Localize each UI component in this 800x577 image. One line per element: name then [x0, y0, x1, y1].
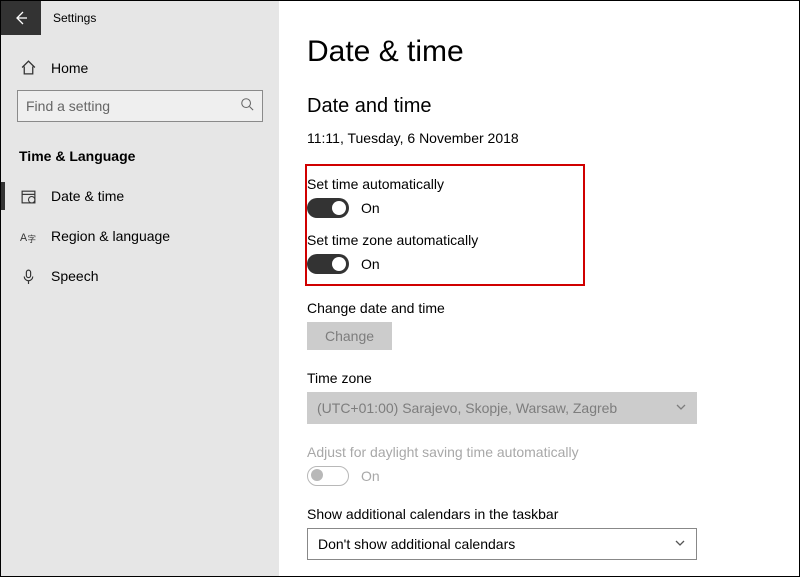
language-icon: A字 — [19, 228, 37, 245]
set-tz-auto-label: Set time zone automatically — [307, 232, 571, 248]
arrow-left-icon — [13, 10, 29, 26]
search-icon — [240, 97, 254, 116]
current-datetime: 11:11, Tuesday, 6 November 2018 — [307, 130, 771, 146]
microphone-icon — [19, 268, 37, 285]
home-label: Home — [51, 60, 88, 76]
set-tz-auto-state: On — [361, 256, 380, 272]
chevron-down-icon — [675, 401, 687, 416]
sidebar-item-speech[interactable]: Speech — [17, 256, 263, 296]
search-input[interactable] — [26, 98, 226, 114]
chevron-down-icon — [674, 537, 686, 552]
set-time-auto-toggle[interactable] — [307, 198, 349, 218]
change-date-time-label: Change date and time — [307, 300, 771, 316]
sidebar-section-title: Time & Language — [17, 122, 263, 176]
set-tz-auto-toggle[interactable] — [307, 254, 349, 274]
calendars-label: Show additional calendars in the taskbar — [307, 506, 771, 522]
sidebar-item-label: Speech — [51, 268, 98, 284]
set-time-auto-label: Set time automatically — [307, 176, 571, 192]
subheading: Date and time — [307, 95, 771, 118]
timezone-value: (UTC+01:00) Sarajevo, Skopje, Warsaw, Za… — [317, 400, 617, 416]
highlight-box: Set time automatically On Set time zone … — [305, 164, 585, 286]
window-title: Settings — [41, 11, 96, 25]
page-title: Date & time — [307, 35, 771, 69]
svg-text:字: 字 — [27, 233, 36, 243]
change-button: Change — [307, 322, 392, 350]
sidebar-item-region-language[interactable]: A字 Region & language — [17, 216, 263, 256]
dst-toggle — [307, 466, 349, 486]
search-box[interactable] — [17, 90, 263, 122]
dst-state: On — [361, 468, 380, 484]
sidebar-item-date-time[interactable]: Date & time — [17, 176, 263, 216]
main-content: Date & time Date and time 11:11, Tuesday… — [279, 1, 799, 576]
sidebar: Settings Home Time & Language Dat — [1, 1, 279, 576]
timezone-select: (UTC+01:00) Sarajevo, Skopje, Warsaw, Za… — [307, 392, 697, 424]
set-time-auto-state: On — [361, 200, 380, 216]
calendar-clock-icon — [19, 188, 37, 205]
home-icon — [19, 59, 37, 76]
sidebar-item-label: Region & language — [51, 228, 170, 244]
titlebar: Settings — [1, 1, 279, 35]
dst-label: Adjust for daylight saving time automati… — [307, 444, 771, 460]
timezone-label: Time zone — [307, 370, 771, 386]
sidebar-item-label: Date & time — [51, 188, 124, 204]
back-button[interactable] — [1, 1, 41, 35]
calendars-value: Don't show additional calendars — [318, 536, 515, 552]
calendars-select[interactable]: Don't show additional calendars — [307, 528, 697, 560]
home-nav[interactable]: Home — [17, 53, 263, 90]
